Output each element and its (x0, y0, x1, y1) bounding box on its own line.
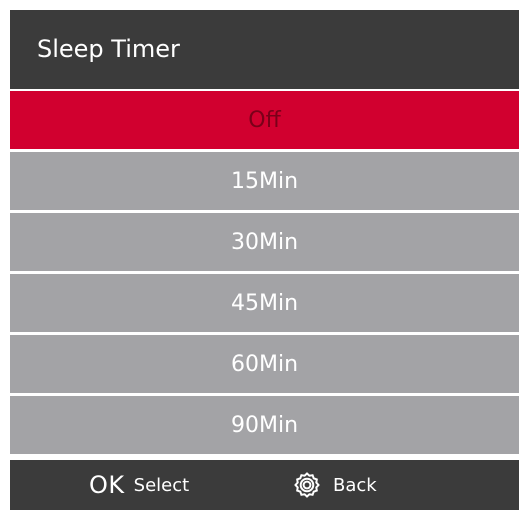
back-hint-label: Back (333, 474, 377, 496)
select-hint-label: Select (133, 474, 190, 496)
timer-option-60min[interactable]: 60Min (10, 335, 519, 393)
timer-option-15min[interactable]: 15Min (10, 152, 519, 210)
timer-options-list: Off 15Min 30Min 45Min 60Min 90Min (10, 91, 519, 457)
sleep-timer-dialog: Sleep Timer Off 15Min 30Min 45Min 60Min … (10, 10, 519, 510)
back-hint: Back (293, 460, 377, 510)
timer-option-90min[interactable]: 90Min (10, 396, 519, 454)
timer-option-label: 15Min (230, 168, 299, 194)
footer-hint-bar: OK Select Back (10, 460, 519, 510)
select-hint: OK Select (89, 460, 189, 510)
gear-icon (293, 471, 321, 499)
timer-option-label: 45Min (230, 290, 299, 316)
ok-key-icon: OK (89, 471, 125, 499)
dialog-header: Sleep Timer (10, 10, 519, 89)
timer-option-30min[interactable]: 30Min (10, 213, 519, 271)
timer-option-off[interactable]: Off (10, 91, 519, 149)
timer-option-label: Off (248, 107, 281, 133)
timer-option-label: 60Min (230, 351, 299, 377)
timer-option-45min[interactable]: 45Min (10, 274, 519, 332)
timer-option-label: 30Min (230, 229, 299, 255)
timer-option-label: 90Min (230, 412, 299, 438)
page-title: Sleep Timer (37, 35, 180, 63)
